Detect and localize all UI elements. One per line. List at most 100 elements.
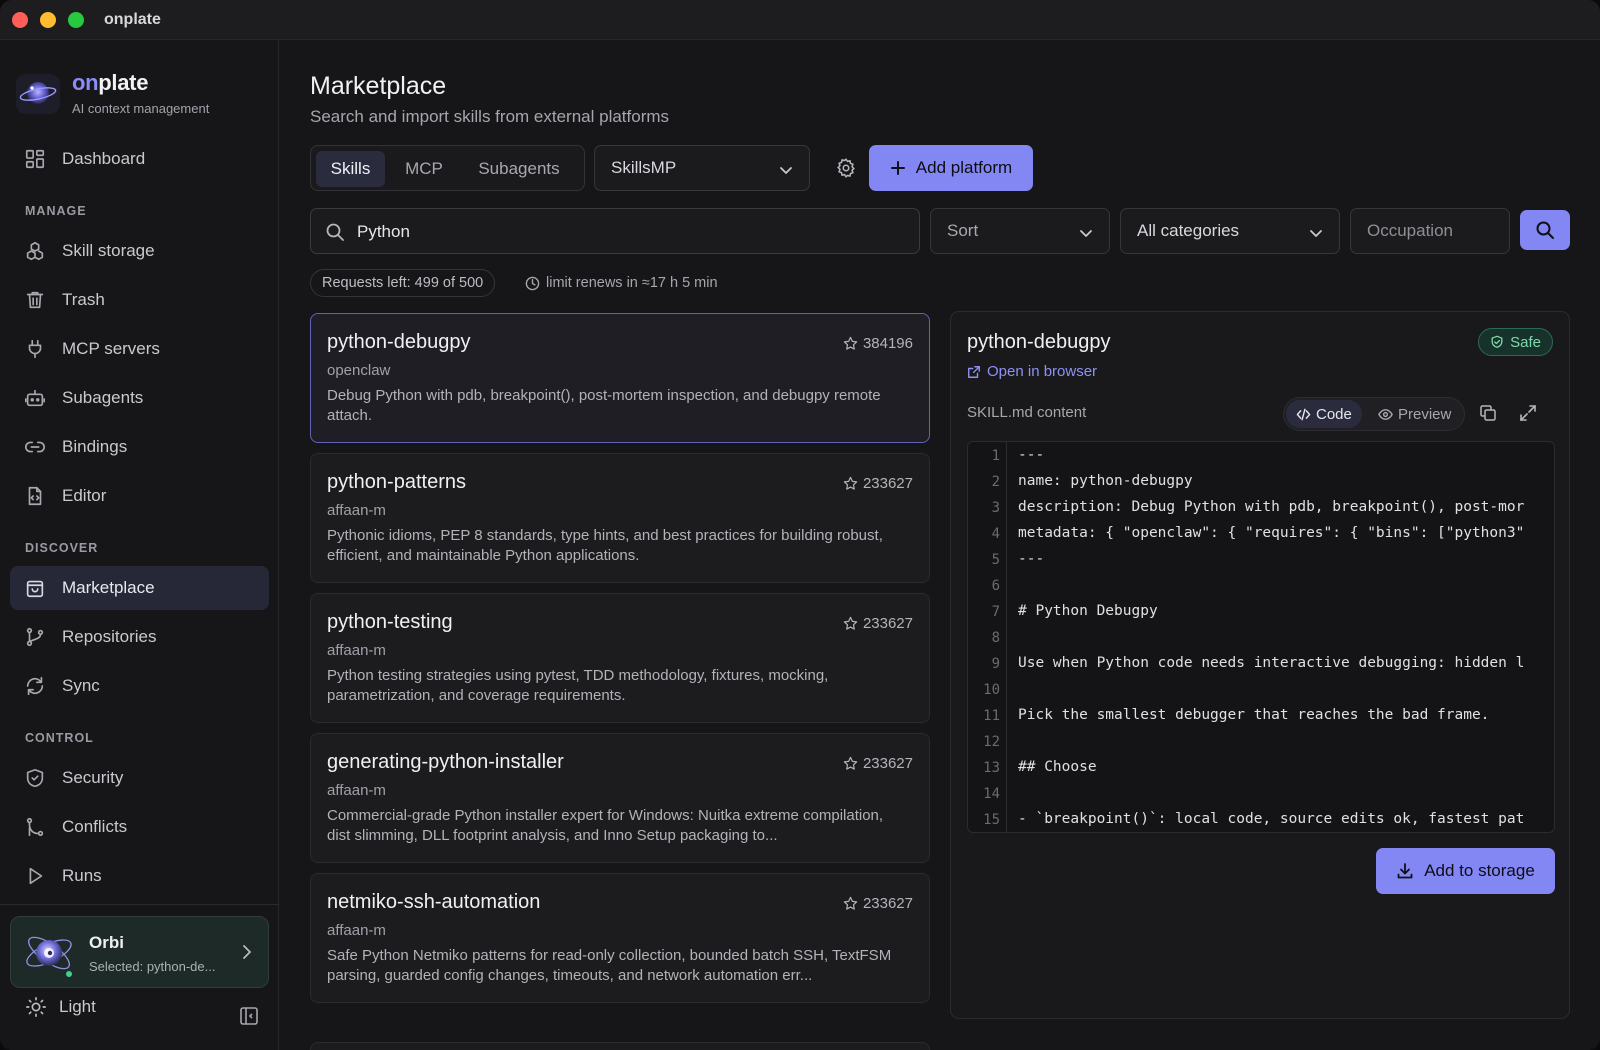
- sort-select[interactable]: Sort: [930, 208, 1110, 254]
- dashboard-icon: [24, 148, 46, 170]
- line-number: 15: [983, 812, 1000, 828]
- result-stars-count: 233627: [862, 615, 913, 632]
- search-icon: [1535, 220, 1555, 240]
- result-author: affaan-m: [327, 642, 386, 659]
- plug-icon: [24, 338, 46, 360]
- nav-dashboard[interactable]: Dashboard: [10, 137, 269, 181]
- result-card[interactable]: python-testing 233627 affaan-m Python te…: [310, 593, 930, 723]
- result-stars-count: 233627: [862, 755, 913, 772]
- result-stars-count: 233627: [862, 475, 913, 492]
- bot-icon: [24, 387, 46, 409]
- nav-mcp-servers[interactable]: MCP servers: [10, 327, 269, 371]
- nav-subagents[interactable]: Subagents: [10, 376, 269, 420]
- star-icon: [843, 756, 858, 771]
- minimize-window-button[interactable]: [40, 12, 56, 28]
- open-in-browser-link[interactable]: Open in browser: [967, 363, 1097, 380]
- code-line: - `breakpoint()`: local code, source edi…: [1018, 811, 1525, 827]
- result-description: Safe Python Netmiko patterns for read-on…: [327, 947, 892, 984]
- orbi-assistant-card[interactable]: Orbi Selected: python-de...: [10, 916, 269, 988]
- nav-sync-label: Sync: [62, 676, 100, 695]
- nav-editor[interactable]: Editor: [10, 474, 269, 518]
- result-description: Debug Python with pdb, breakpoint(), pos…: [327, 387, 881, 424]
- expand-icon[interactable]: [1519, 404, 1537, 427]
- page-subtitle: Search and import skills from external p…: [310, 107, 670, 126]
- result-author: affaan-m: [327, 922, 386, 939]
- result-stars: 233627: [843, 755, 913, 772]
- categories-select-value: All categories: [1137, 221, 1240, 240]
- code-line: Pick the smallest debugger that reaches …: [1018, 707, 1490, 723]
- result-card[interactable]: python-debugpy 384196 openclaw Debug Pyt…: [310, 313, 930, 443]
- title-bar: onplate: [0, 0, 1600, 40]
- code-line: Use when Python code needs interactive d…: [1018, 655, 1525, 671]
- code-line: description: Debug Python with pdb, brea…: [1018, 499, 1525, 515]
- code-viewer[interactable]: 1 2 3 4 5 6 7 8 9 10 11 12 13 14 15 ---: [967, 441, 1555, 833]
- close-window-button[interactable]: [12, 12, 28, 28]
- chevron-down-icon: [779, 162, 793, 182]
- result-card[interactable]: generating-python-installer 233627 affaa…: [310, 733, 930, 863]
- search-field[interactable]: Python: [310, 208, 920, 254]
- limit-renew-info: limit renews in ≈17 h 5 min: [525, 275, 718, 291]
- view-code-button[interactable]: Code: [1286, 400, 1362, 428]
- tab-mcp[interactable]: MCP: [391, 151, 457, 187]
- nav-dashboard-label: Dashboard: [62, 149, 146, 168]
- nav-security[interactable]: Security: [10, 756, 269, 800]
- type-tabs: Skills MCP Subagents: [310, 145, 585, 191]
- line-number: 3: [991, 500, 1000, 516]
- chevron-down-icon: [1079, 225, 1093, 245]
- search-button[interactable]: [1520, 210, 1570, 250]
- add-platform-button[interactable]: Add platform: [869, 145, 1033, 191]
- nav-editor-label: Editor: [62, 486, 107, 505]
- search-input[interactable]: Python: [357, 222, 410, 242]
- result-title: python-testing: [327, 611, 453, 633]
- categories-select[interactable]: All categories: [1120, 208, 1340, 254]
- result-card[interactable]: python-patterns 233627 affaan-m Pythonic…: [310, 453, 930, 583]
- result-card-partial[interactable]: [310, 1042, 930, 1050]
- page-title: Marketplace: [310, 72, 447, 100]
- nav-trash-label: Trash: [62, 290, 105, 309]
- view-mode-toggle: Code Preview: [1283, 397, 1465, 431]
- nav-marketplace[interactable]: Marketplace: [10, 566, 269, 610]
- play-icon: [24, 865, 46, 887]
- download-icon: [1396, 862, 1414, 880]
- brand-subtitle: AI context management: [72, 101, 210, 116]
- tab-subagents[interactable]: Subagents: [463, 151, 575, 187]
- occupation-input[interactable]: Occupation: [1350, 208, 1510, 254]
- nav-runs-label: Runs: [62, 866, 102, 885]
- view-preview-button[interactable]: Preview: [1368, 400, 1461, 428]
- star-icon: [843, 616, 858, 631]
- nav-bindings[interactable]: Bindings: [10, 425, 269, 469]
- result-author: openclaw: [327, 362, 391, 379]
- requests-left-badge: Requests left: 499 of 500: [310, 269, 496, 297]
- search-icon: [325, 222, 345, 247]
- tab-skills[interactable]: Skills: [316, 151, 385, 187]
- copy-icon[interactable]: [1479, 404, 1497, 427]
- theme-toggle[interactable]: Light: [25, 996, 96, 1018]
- nav-sync[interactable]: Sync: [10, 664, 269, 708]
- link-icon: [24, 436, 46, 458]
- nav-repositories[interactable]: Repositories: [10, 615, 269, 659]
- zoom-window-button[interactable]: [68, 12, 84, 28]
- code-line: # Python Debugpy: [1018, 603, 1158, 619]
- plus-icon: [890, 160, 906, 176]
- nav-repositories-label: Repositories: [62, 627, 157, 646]
- limit-renew-text: limit renews in ≈17 h 5 min: [546, 275, 718, 291]
- nav-runs[interactable]: Runs: [10, 854, 269, 898]
- code-icon: [1296, 407, 1311, 422]
- platform-select[interactable]: SkillsMP: [594, 145, 810, 191]
- safe-badge: Safe: [1478, 328, 1553, 356]
- result-author: affaan-m: [327, 782, 386, 799]
- shield-check-icon: [1490, 335, 1504, 349]
- add-to-storage-button[interactable]: Add to storage: [1376, 848, 1555, 894]
- nav-security-label: Security: [62, 768, 124, 787]
- nav-bindings-label: Bindings: [62, 437, 128, 456]
- view-preview-label: Preview: [1398, 405, 1452, 423]
- nav-skill-storage[interactable]: Skill storage: [10, 229, 269, 273]
- result-description: Commercial-grade Python installer expert…: [327, 807, 884, 844]
- trash-icon: [24, 289, 46, 311]
- collapse-sidebar-icon[interactable]: [239, 1006, 259, 1031]
- result-card[interactable]: netmiko-ssh-automation 233627 affaan-m S…: [310, 873, 930, 1003]
- nav-conflicts[interactable]: Conflicts: [10, 805, 269, 849]
- section-discover: DISCOVER: [25, 541, 99, 555]
- gear-icon[interactable]: [835, 157, 857, 184]
- nav-trash[interactable]: Trash: [10, 278, 269, 322]
